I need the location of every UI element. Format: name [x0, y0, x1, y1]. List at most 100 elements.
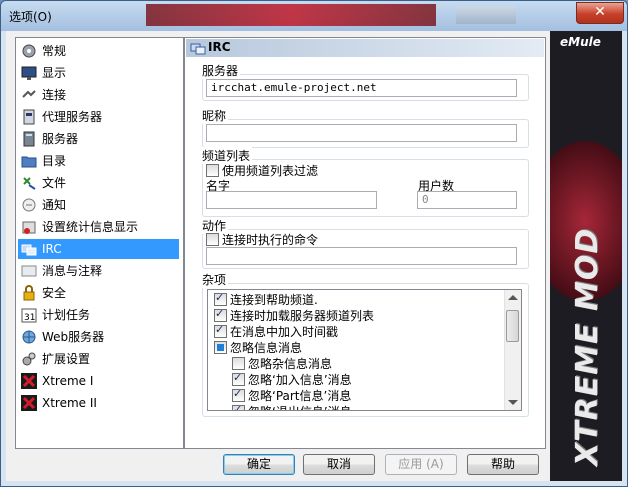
nav-item[interactable]: 目录 — [18, 151, 179, 171]
file-icon — [21, 175, 37, 191]
connection-icon — [21, 87, 37, 103]
general-icon — [21, 43, 37, 59]
lock-icon — [21, 285, 37, 301]
cancel-button[interactable]: 取消 — [303, 454, 375, 475]
nav-item[interactable]: IRC — [18, 239, 179, 259]
panel-title: IRC — [208, 40, 231, 54]
misc-option-label: 忽略‘加入信息’消息 — [248, 373, 352, 387]
proxy-icon — [21, 109, 37, 125]
misc-option-checkbox[interactable] — [214, 307, 227, 322]
nav-item-label: 通知 — [42, 198, 67, 212]
server-icon — [21, 131, 37, 147]
nav-item-label: 代理服务器 — [42, 110, 103, 124]
web-icon — [21, 329, 37, 345]
nav-item[interactable]: Xtreme I — [18, 371, 179, 391]
folder-icon — [21, 153, 37, 169]
misc-option-checkbox[interactable] — [214, 341, 227, 354]
nav-item-label: 安全 — [42, 286, 67, 300]
nav-item-label: 消息与注释 — [42, 264, 103, 278]
nav-item[interactable]: 扩展设置 — [18, 349, 179, 369]
nick-group-title: 昵称 — [202, 107, 229, 124]
title-bar-decoration — [146, 4, 436, 26]
channel-filter-checkbox[interactable] — [206, 164, 219, 177]
title-bar-decoration-2 — [456, 6, 516, 24]
irc-icon — [21, 241, 37, 257]
nav-item[interactable]: 消息与注释 — [18, 261, 179, 281]
panel-header: IRC — [186, 39, 544, 57]
nav-item[interactable]: 代理服务器 — [18, 107, 179, 127]
misc-scrollbar[interactable] — [504, 290, 521, 410]
scroll-thumb[interactable] — [506, 310, 519, 342]
scroll-up-arrow-icon[interactable] — [508, 295, 518, 300]
misc-option-label: 连接到帮助频道. — [230, 293, 318, 307]
close-button[interactable]: ✕ — [576, 2, 624, 24]
extended-icon — [21, 351, 37, 367]
xtreme-mod-logo: XTREME MOD — [570, 227, 605, 466]
stats-icon — [21, 219, 37, 235]
nav-item[interactable]: Web服务器 — [18, 327, 179, 347]
misc-option-checkbox[interactable] — [232, 371, 245, 386]
misc-option-checkbox[interactable] — [214, 291, 227, 306]
perform-input[interactable] — [206, 247, 517, 265]
perform-label: 连接时执行的命令 — [222, 233, 319, 247]
nav-item-label: IRC — [42, 242, 62, 256]
nav-item[interactable]: 设置统计信息显示 — [18, 217, 179, 237]
nav-item-label: 设置统计信息显示 — [42, 220, 139, 234]
misc-option-label: 忽略‘退出信息’消息 — [248, 403, 352, 410]
misc-option-label: 忽略杂信息消息 — [248, 357, 333, 371]
channel-name-input[interactable] — [206, 191, 377, 209]
nav-item[interactable]: 通知 — [18, 195, 179, 215]
misc-options-list[interactable]: 连接到帮助频道. 连接时加载服务器频道列表在消息中加入时间戳忽略信息消息忽略杂信息… — [207, 289, 522, 411]
perform-checkbox[interactable] — [206, 233, 219, 246]
misc-option-checkbox[interactable] — [214, 323, 227, 338]
misc-option-label: 在消息中加入时间戳 — [230, 325, 339, 339]
nav-item-label: Web服务器 — [42, 330, 105, 344]
nav-item[interactable]: 服务器 — [18, 129, 179, 149]
nav-item-label: 连接 — [42, 88, 67, 102]
xtreme-icon — [21, 373, 37, 389]
nav-item-label: 计划任务 — [42, 308, 91, 322]
title-bar[interactable]: 选项(O) ✕ — [1, 1, 627, 31]
irc-icon — [190, 40, 206, 56]
server-input[interactable]: ircchat.emule-project.net — [206, 79, 517, 97]
misc-option-label: 忽略信息消息 — [230, 341, 303, 355]
nav-item[interactable]: 安全 — [18, 283, 179, 303]
channel-filter-label: 使用频道列表过滤 — [222, 164, 319, 178]
nav-item-label: 服务器 — [42, 132, 79, 146]
svg-text:31: 31 — [24, 313, 35, 323]
nav-item[interactable]: 连接 — [18, 85, 179, 105]
nav-item-label: 常规 — [42, 44, 67, 58]
window-title: 选项(O) — [9, 10, 52, 24]
dialog-client: 常规 显示 连接 代理服务器 服务器 目录 文件 通知 设置统计信息显示 IRC 消息与注释 安全 31… — [6, 31, 622, 481]
help-button[interactable]: 帮助 — [467, 454, 539, 475]
nav-item[interactable]: 31 计划任务 — [18, 305, 179, 325]
xtreme-icon — [21, 395, 37, 411]
misc-option-label: 忽略‘Part信息’消息 — [248, 389, 352, 403]
nav-item[interactable]: 显示 — [18, 63, 179, 83]
ok-button[interactable]: 确定 — [223, 454, 295, 475]
options-window: 选项(O) ✕ 常规 显示 连接 代理服务器 服务器 目录 文件 通知 设置统计信息显示 IRC 消… — [0, 0, 628, 487]
notify-icon — [21, 197, 37, 213]
channel-users-input[interactable]: 0 — [417, 191, 517, 209]
misc-group-title: 杂项 — [202, 271, 229, 288]
misc-option-checkbox[interactable] — [232, 357, 245, 370]
server-group-title: 服务器 — [202, 62, 241, 79]
nav-item-label: Xtreme I — [42, 374, 94, 388]
nav-item[interactable]: 文件 — [18, 173, 179, 193]
emule-logo: eMule — [560, 35, 601, 49]
monitor-icon — [21, 65, 37, 81]
scroll-down-arrow-icon[interactable] — [508, 400, 518, 405]
nav-item-label: 目录 — [42, 154, 67, 168]
xtreme-mod-banner: eMule XTREME MOD — [550, 31, 622, 481]
misc-option-label: 连接时加载服务器频道列表 — [230, 309, 375, 323]
nav-item-label: 扩展设置 — [42, 352, 91, 366]
nick-input[interactable] — [206, 124, 517, 142]
options-category-list[interactable]: 常规显示连接代理服务器服务器目录文件通知设置统计信息显示 IRC 消息与注释安全 31… — [15, 37, 184, 449]
nav-item-label: Xtreme II — [42, 396, 97, 410]
misc-option-checkbox[interactable] — [232, 403, 245, 410]
nav-item[interactable]: Xtreme II — [18, 393, 179, 413]
misc-option-checkbox[interactable] — [232, 387, 245, 402]
apply-button[interactable]: 应用 (A) — [385, 454, 457, 475]
nav-item[interactable]: 常规 — [18, 41, 179, 61]
irc-settings-panel: IRC 服务器 ircchat.emule-project.net 昵称 频道列… — [184, 37, 546, 449]
